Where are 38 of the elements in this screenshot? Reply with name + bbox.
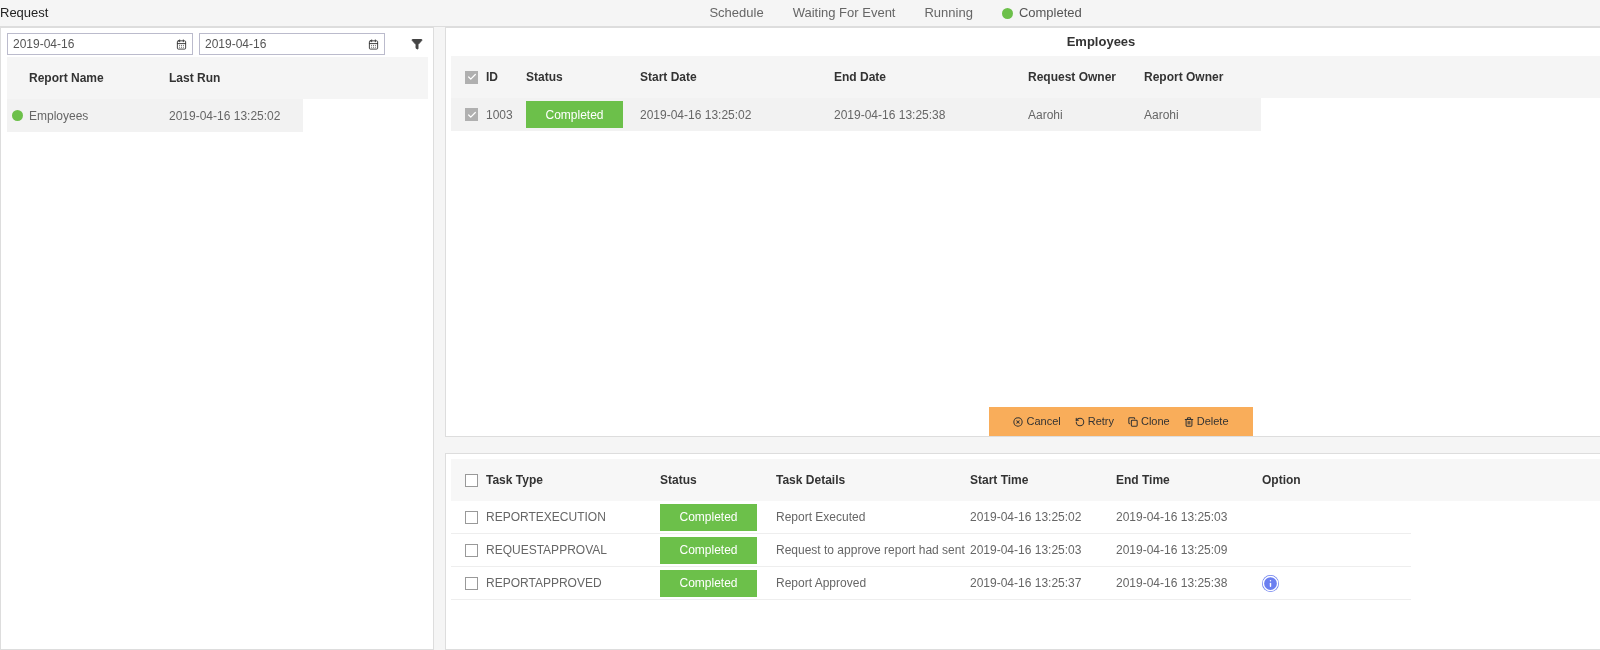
checkbox[interactable] [465, 510, 478, 524]
table-header: ID Status Start Date End Date Request Owner Report Owner [451, 56, 1600, 98]
status-tab[interactable]: Waiting For Event [792, 3, 896, 23]
table-header: Report Name Last Run [7, 57, 428, 99]
checkbox[interactable] [465, 70, 478, 84]
calendar-icon [368, 38, 379, 50]
action-button[interactable]: Clone [1128, 413, 1170, 430]
status-tab[interactable]: Completed [1001, 3, 1082, 23]
panel-title: Employees [1065, 33, 1137, 52]
rotate-icon [1074, 416, 1085, 427]
checkbox[interactable] [465, 108, 478, 121]
info-icon[interactable] [1262, 574, 1279, 592]
trash-icon [1183, 416, 1194, 427]
table-header: Task Type Status Task Details Start Time End Time Option [451, 459, 1600, 501]
report-row[interactable]: Employees 2019-04-16 13:25:02 [7, 99, 303, 132]
task-row[interactable]: REQUESTAPPROVAL Completed Request to approve report had sent 2019-04-16 13:25:03 2019-04-16 13:25:09 [451, 534, 1411, 567]
action-button[interactable]: Retry [1074, 413, 1114, 430]
cancel-icon [1013, 416, 1024, 427]
request-row[interactable]: 1003 Completed 2019-04-16 13:25:02 2019-04-16 13:25:38 Aarohi Aarohi [451, 98, 1261, 131]
checkbox[interactable] [465, 473, 478, 487]
action-button[interactable]: Cancel [1013, 413, 1061, 430]
status-badge: Completed [660, 569, 757, 597]
status-tab[interactable]: Schedule [709, 3, 764, 23]
checkbox[interactable] [465, 576, 478, 590]
status-badge: Completed [660, 503, 757, 531]
calendar-icon [176, 38, 187, 50]
task-row[interactable]: REPORTAPPROVED Completed Report Approved 2019-04-16 13:25:37 2019-04-16 13:25:38 [451, 567, 1411, 600]
page-title: Request [0, 4, 49, 23]
status-badge: Completed [660, 536, 757, 564]
status-badge: Completed [526, 101, 623, 128]
filter-icon[interactable] [411, 38, 423, 50]
copy-icon [1128, 416, 1138, 427]
task-row[interactable]: REPORTEXECUTION Completed Report Executed 2019-04-16 13:25:02 2019-04-16 13:25:03 [451, 501, 1411, 534]
checkbox[interactable] [465, 543, 478, 557]
status-tab[interactable]: Running [924, 3, 973, 23]
date-field[interactable]: 2019-04-16 [7, 33, 193, 55]
date-field[interactable]: 2019-04-16 [199, 33, 385, 55]
action-button[interactable]: Delete [1183, 413, 1229, 430]
